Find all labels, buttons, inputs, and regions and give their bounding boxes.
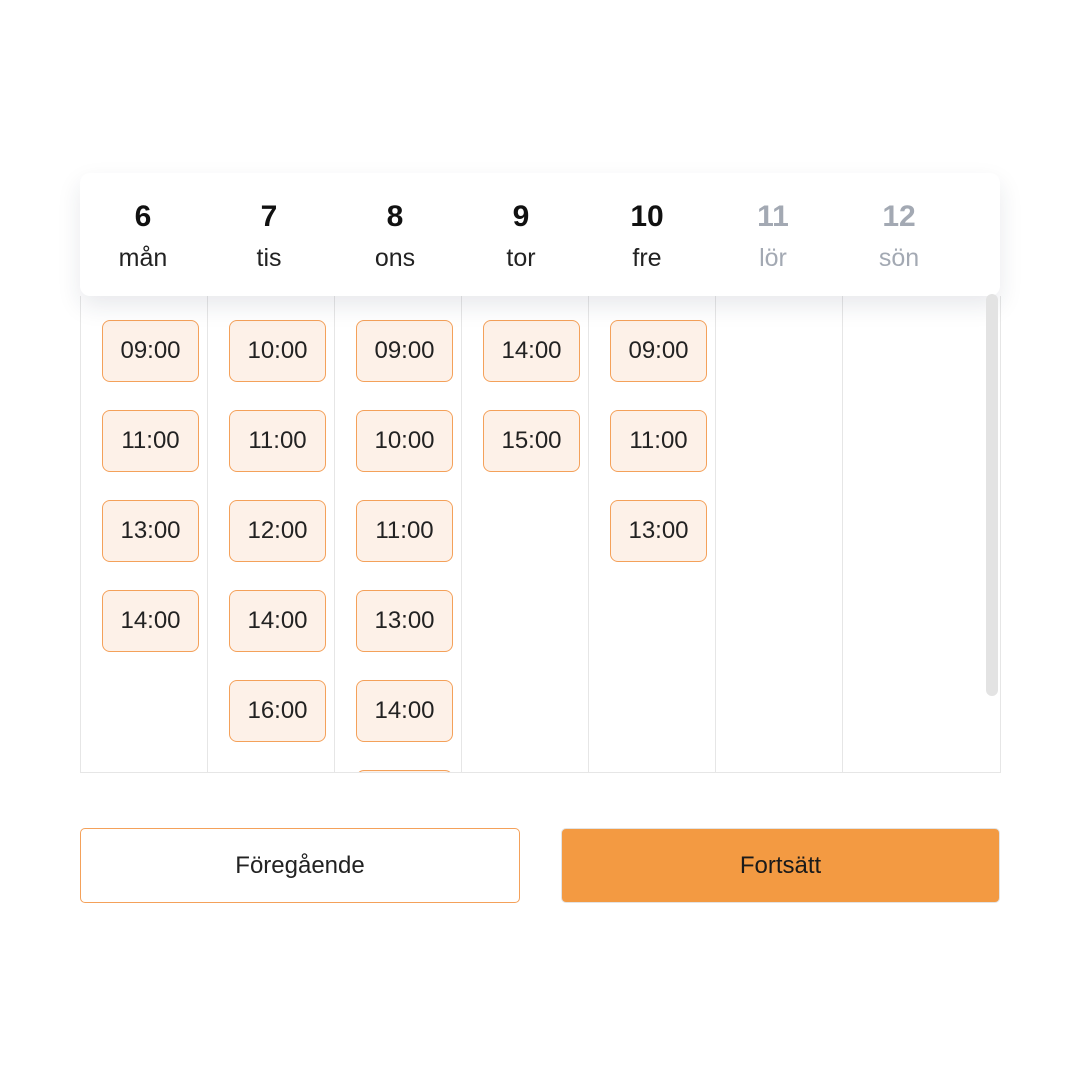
day-number: 6 xyxy=(134,200,152,233)
time-slot-button[interactable]: 11:00 xyxy=(610,410,707,472)
time-slot-button[interactable]: 13:00 xyxy=(102,500,199,562)
day-name: lör xyxy=(759,244,787,272)
day-name: mån xyxy=(118,244,168,272)
day-column-sön xyxy=(843,296,970,772)
day-name: fre xyxy=(632,244,662,272)
day-name: tis xyxy=(256,244,282,272)
day-number: 10 xyxy=(630,200,664,233)
day-number: 8 xyxy=(386,200,404,233)
day-header-fre: 10 fre xyxy=(584,173,710,296)
time-slot-button[interactable]: 09:00 xyxy=(610,320,707,382)
time-slot-button[interactable]: 14:00 xyxy=(102,590,199,652)
time-slot-button[interactable]: 14:00 xyxy=(356,680,453,742)
previous-button[interactable]: Föregående xyxy=(80,828,520,903)
day-column-ons: 09:00 10:00 11:00 13:00 14:00 xyxy=(335,296,462,772)
time-slot-button[interactable]: 13:00 xyxy=(356,590,453,652)
day-column-lör xyxy=(716,296,843,772)
time-slot-button[interactable]: 10:00 xyxy=(356,410,453,472)
day-number: 9 xyxy=(512,200,530,233)
time-slot-grid: 09:00 11:00 13:00 14:00 10:00 11:00 12:00 14:00… xyxy=(80,296,1001,773)
time-slot-button[interactable]: 11:00 xyxy=(229,410,326,472)
day-name: sön xyxy=(878,244,920,272)
time-slot-button[interactable] xyxy=(356,770,453,772)
time-slot-button[interactable]: 16:00 xyxy=(229,680,326,742)
day-header-sön: 12 sön xyxy=(836,173,962,296)
day-header-tis: 7 tis xyxy=(206,173,332,296)
time-slot-button[interactable]: 11:00 xyxy=(102,410,199,472)
time-slot-button[interactable]: 12:00 xyxy=(229,500,326,562)
day-number: 7 xyxy=(260,200,278,233)
day-name: ons xyxy=(374,244,416,272)
week-day-header: 6 mån 7 tis 8 ons 9 tor 10 fre 11 lör 12 sön xyxy=(80,173,1000,296)
time-slot-button[interactable]: 14:00 xyxy=(483,320,580,382)
day-header-mån: 6 mån xyxy=(80,173,206,296)
time-slot-button[interactable]: 09:00 xyxy=(102,320,199,382)
day-column-tor: 14:00 15:00 xyxy=(462,296,589,772)
day-header-ons: 8 ons xyxy=(332,173,458,296)
continue-button[interactable]: Fortsätt xyxy=(561,828,1000,903)
day-column-mån: 09:00 11:00 13:00 14:00 xyxy=(81,296,208,772)
time-slot-button[interactable]: 15:00 xyxy=(483,410,580,472)
day-column-fre: 09:00 11:00 13:00 xyxy=(589,296,716,772)
day-name: tor xyxy=(506,244,536,272)
day-number: 12 xyxy=(882,200,916,233)
time-slot-button[interactable]: 10:00 xyxy=(229,320,326,382)
day-number: 11 xyxy=(757,200,789,233)
time-slot-button[interactable]: 09:00 xyxy=(356,320,453,382)
day-column-tis: 10:00 11:00 12:00 14:00 16:00 xyxy=(208,296,335,772)
day-header-lör: 11 lör xyxy=(710,173,836,296)
scrollbar[interactable] xyxy=(986,294,998,696)
time-slot-button[interactable]: 13:00 xyxy=(610,500,707,562)
time-slot-button[interactable]: 14:00 xyxy=(229,590,326,652)
day-header-tor: 9 tor xyxy=(458,173,584,296)
time-slot-button[interactable]: 11:00 xyxy=(356,500,453,562)
